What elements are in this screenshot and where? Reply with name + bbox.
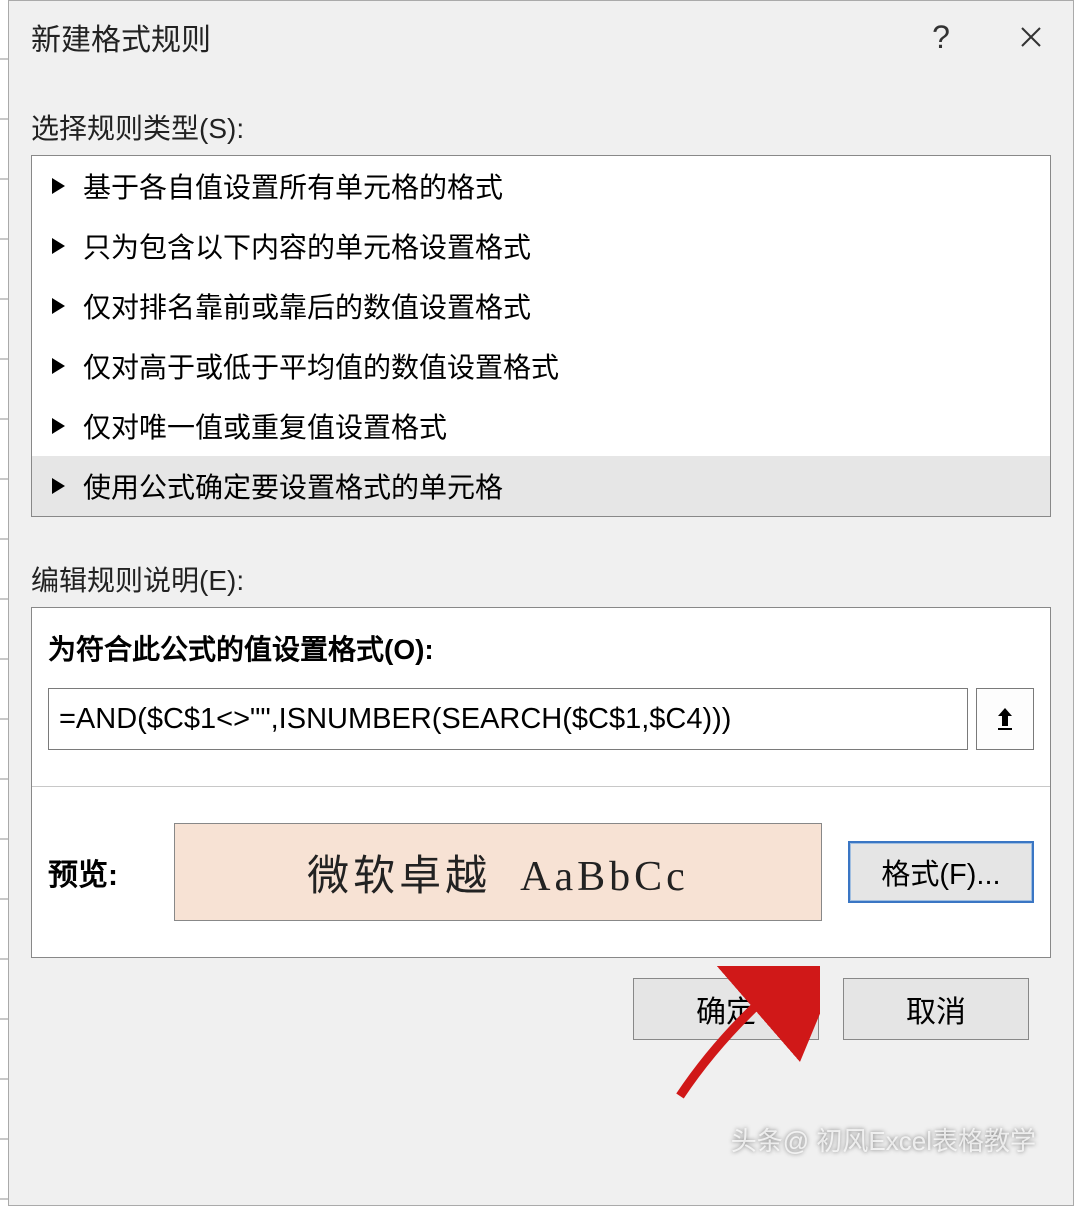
rule-type-item[interactable]: 仅对高于或低于平均值的数值设置格式 bbox=[32, 336, 1050, 396]
rule-type-text: 使用公式确定要设置格式的单元格 bbox=[83, 466, 503, 506]
rule-type-label: 选择规则类型(S): bbox=[31, 107, 1051, 147]
triangle-icon bbox=[52, 418, 65, 434]
formula-label: 为符合此公式的值设置格式(O): bbox=[48, 628, 1034, 668]
edit-rule-box: 为符合此公式的值设置格式(O): 预览: 微软卓越 AaBbCc 格式(F)..… bbox=[31, 607, 1051, 958]
triangle-icon bbox=[52, 178, 65, 194]
rule-type-item[interactable]: 只为包含以下内容的单元格设置格式 bbox=[32, 216, 1050, 276]
rule-type-item[interactable]: 仅对排名靠前或靠后的数值设置格式 bbox=[32, 276, 1050, 336]
collapse-icon bbox=[992, 704, 1018, 734]
rule-type-list: 基于各自值设置所有单元格的格式 只为包含以下内容的单元格设置格式 仅对排名靠前或… bbox=[31, 155, 1051, 517]
cancel-button[interactable]: 取消 bbox=[843, 978, 1029, 1040]
rule-type-item[interactable]: 使用公式确定要设置格式的单元格 bbox=[32, 456, 1050, 516]
collapse-dialog-button[interactable] bbox=[976, 688, 1034, 750]
triangle-icon bbox=[52, 298, 65, 314]
titlebar: 新建格式规则 ? bbox=[9, 1, 1073, 71]
rule-type-text: 基于各自值设置所有单元格的格式 bbox=[83, 166, 503, 206]
ok-button[interactable]: 确定 bbox=[633, 978, 819, 1040]
triangle-icon bbox=[52, 478, 65, 494]
rule-type-text: 仅对唯一值或重复值设置格式 bbox=[83, 406, 447, 446]
format-button[interactable]: 格式(F)... bbox=[848, 841, 1034, 903]
preview-sample: 微软卓越 AaBbCc bbox=[174, 823, 822, 921]
rule-type-text: 仅对排名靠前或靠后的数值设置格式 bbox=[83, 286, 531, 326]
close-icon bbox=[1019, 25, 1043, 49]
rule-type-text: 仅对高于或低于平均值的数值设置格式 bbox=[83, 346, 559, 386]
rule-type-text: 只为包含以下内容的单元格设置格式 bbox=[83, 226, 531, 266]
dialog-title: 新建格式规则 bbox=[31, 15, 879, 59]
help-button[interactable]: ? bbox=[913, 17, 969, 57]
rule-type-item[interactable]: 基于各自值设置所有单元格的格式 bbox=[32, 156, 1050, 216]
rule-type-item[interactable]: 仅对唯一值或重复值设置格式 bbox=[32, 396, 1050, 456]
formula-input[interactable] bbox=[48, 688, 968, 750]
close-button[interactable] bbox=[1003, 17, 1059, 57]
preview-label: 预览: bbox=[48, 850, 148, 894]
triangle-icon bbox=[52, 238, 65, 254]
edit-rule-label: 编辑规则说明(E): bbox=[31, 559, 1051, 599]
triangle-icon bbox=[52, 358, 65, 374]
new-formatting-rule-dialog: 新建格式规则 ? 选择规则类型(S): 基于各自值设置所有单元格的格式 只为包含… bbox=[8, 0, 1074, 1206]
